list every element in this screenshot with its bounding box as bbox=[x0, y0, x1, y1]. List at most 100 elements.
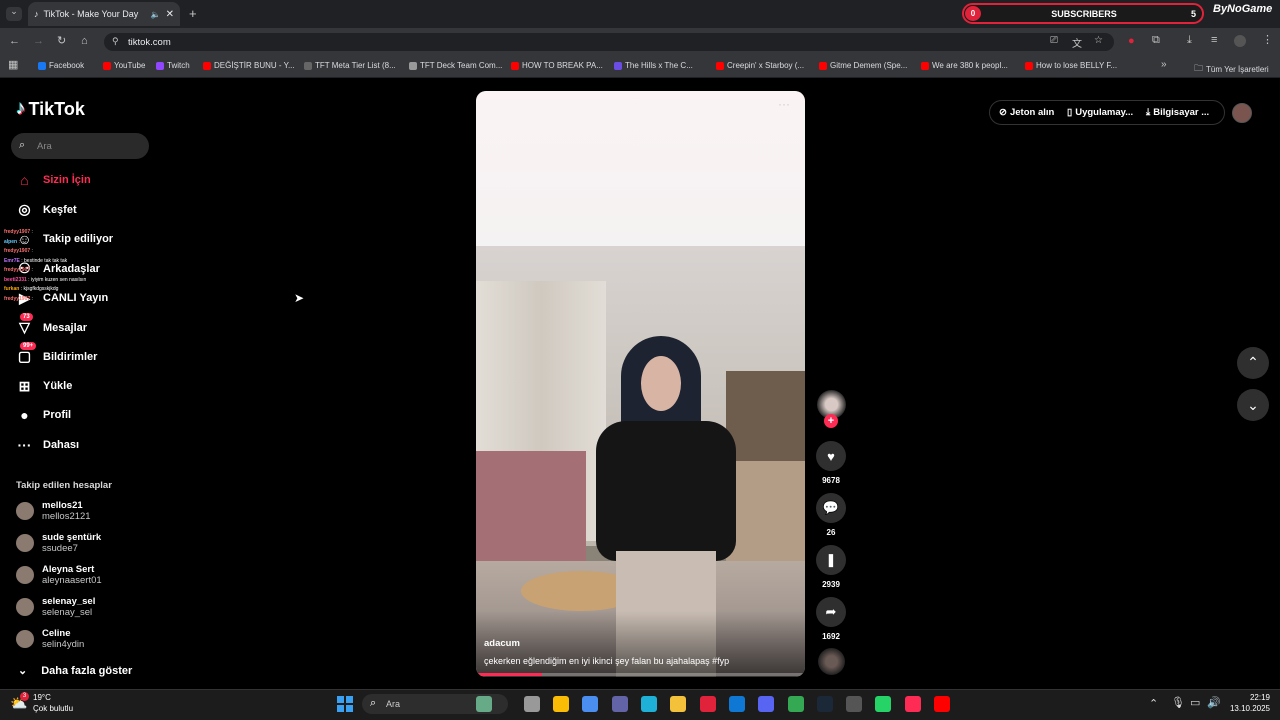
all-bookmarks[interactable]: 🗀 Tüm Yer İşaretleri bbox=[1194, 61, 1269, 77]
nav-item[interactable]: ⊞ Yükle bbox=[16, 378, 73, 395]
nav-label: Sizin İçin bbox=[43, 174, 91, 186]
bookmark-label: We are 380 k peopl... bbox=[932, 61, 1008, 70]
clock[interactable]: 22:19 13.10.2025 bbox=[1228, 693, 1270, 713]
outlook-icon[interactable] bbox=[729, 696, 745, 712]
file-icon[interactable] bbox=[524, 696, 540, 712]
browser-tab[interactable]: ♪ TikTok - Make Your Day 🔈 ✕ bbox=[28, 2, 180, 26]
previous-video-button[interactable]: ⌃ bbox=[1237, 347, 1269, 379]
like-count: 9678 bbox=[822, 476, 840, 485]
more-bookmarks-icon[interactable]: » bbox=[1161, 60, 1167, 70]
user-avatar[interactable] bbox=[1232, 103, 1252, 123]
account-avatar bbox=[16, 566, 34, 584]
install-app-icon[interactable]: ⎚ bbox=[1050, 35, 1058, 46]
nav-item[interactable]: ▽ 73 Mesajlar bbox=[16, 313, 87, 336]
home-button-icon[interactable]: ⌂ bbox=[81, 36, 88, 47]
bookmark-item[interactable]: The Hills x The C... bbox=[614, 61, 693, 70]
opera-icon[interactable] bbox=[700, 696, 716, 712]
bookmark-item[interactable]: YouTube bbox=[103, 61, 145, 70]
extensions-icon[interactable]: ⧉ bbox=[1152, 35, 1160, 46]
nav-item[interactable]: ⌂ Sizin İçin bbox=[16, 172, 91, 188]
start-button[interactable] bbox=[337, 696, 353, 712]
translate-icon[interactable]: 文 bbox=[1072, 35, 1082, 50]
tiktok-app-icon[interactable] bbox=[905, 696, 921, 712]
bookmark-item[interactable]: Creepin' x Starboy (... bbox=[716, 61, 804, 70]
bookmark-item[interactable]: Gitme Demem (Spe... bbox=[819, 61, 907, 70]
tab-search-icon[interactable]: ⌄ bbox=[6, 7, 22, 21]
followed-account[interactable]: Aleyna Sert aleynaasert01 bbox=[16, 564, 102, 586]
follow-plus-icon[interactable]: + bbox=[824, 414, 838, 428]
bookmark-item[interactable]: HOW TO BREAK PA... bbox=[511, 61, 603, 70]
chrome-icon[interactable] bbox=[553, 696, 569, 712]
url-text: tiktok.com bbox=[128, 37, 171, 48]
video-player[interactable]: ··· adacum çekerken eğlendiğim en iyi ik… bbox=[476, 91, 805, 677]
bookmark-item[interactable]: TFT Deck Team Com... bbox=[409, 61, 502, 70]
edge-icon[interactable] bbox=[641, 696, 657, 712]
network-icon[interactable]: ▭ bbox=[1190, 698, 1200, 709]
profile-avatar-icon[interactable] bbox=[1234, 35, 1246, 47]
followed-account[interactable]: selenay_sel selenay_sel bbox=[16, 596, 95, 618]
video-progress-track[interactable] bbox=[476, 673, 805, 676]
nav-item[interactable]: ▢ 99+ Bildirimler bbox=[16, 342, 97, 365]
youtube-icon[interactable] bbox=[934, 696, 950, 712]
bookmark-item[interactable]: Twitch bbox=[156, 61, 190, 70]
url-field[interactable]: ⚲ tiktok.com ⎚ 文 ☆ bbox=[104, 33, 1114, 51]
download-icon[interactable]: ⤓ bbox=[1187, 35, 1192, 46]
nav-item[interactable]: ● Profil bbox=[16, 407, 71, 423]
nav-item[interactable]: ◎ Keşfet bbox=[16, 201, 76, 218]
like-button[interactable]: ♥ bbox=[816, 441, 846, 471]
account-handle: aleynaasert01 bbox=[42, 575, 102, 586]
volume-icon[interactable]: 🔊 bbox=[1207, 698, 1221, 709]
tiktok-logo[interactable]: ♪ TikTok bbox=[16, 98, 85, 120]
desktop-app-button[interactable]: ⤓ Bilgisayar ... bbox=[1146, 107, 1209, 118]
tray-chevron-icon[interactable]: ⌃ bbox=[1149, 699, 1158, 710]
weather-desc: Çok bulutlu bbox=[33, 704, 74, 713]
speaker-icon[interactable]: 🔈 bbox=[151, 10, 161, 19]
next-video-button[interactable]: ⌄ bbox=[1237, 389, 1269, 421]
bookmark-favicon-icon bbox=[38, 61, 46, 70]
apps-grid-icon[interactable]: ▦ bbox=[8, 60, 18, 71]
get-coins-button[interactable]: ⊘ Jeton alın bbox=[999, 107, 1054, 118]
menu-icon[interactable]: ⋮ bbox=[1262, 35, 1273, 46]
close-tab-icon[interactable]: ✕ bbox=[166, 9, 174, 20]
followed-account[interactable]: Celine selin4ydin bbox=[16, 628, 84, 650]
back-icon[interactable]: ← bbox=[9, 36, 20, 47]
followed-account[interactable]: sude şentürk ssudee7 bbox=[16, 532, 101, 554]
teams-icon[interactable] bbox=[612, 696, 628, 712]
bookmark-item[interactable]: Facebook bbox=[38, 61, 84, 70]
forward-icon[interactable]: → bbox=[33, 36, 44, 47]
discord-icon[interactable] bbox=[758, 696, 774, 712]
comment-button[interactable]: 💬 bbox=[816, 493, 846, 523]
media-icon[interactable]: ≡ bbox=[1211, 35, 1217, 46]
bookmark-item[interactable]: DEĞİŞTİR BUNU - Y... bbox=[203, 61, 295, 70]
obs-icon[interactable] bbox=[846, 696, 862, 712]
video-person-top bbox=[596, 421, 736, 561]
show-more-button[interactable]: ⌄ Daha fazla göster bbox=[18, 664, 132, 678]
followed-account[interactable]: mellos21 mellos2121 bbox=[16, 500, 91, 522]
whatsapp-icon[interactable] bbox=[875, 696, 891, 712]
get-app-button[interactable]: ▯ Uygulamay... bbox=[1067, 107, 1133, 118]
site-info-icon[interactable]: ⚲ bbox=[112, 36, 119, 47]
nav-item[interactable]: ··· Dahası bbox=[16, 437, 80, 453]
bookmark-item[interactable]: We are 380 k peopl... bbox=[921, 61, 1008, 70]
reload-icon[interactable]: ↻ bbox=[57, 36, 66, 47]
store-icon[interactable] bbox=[582, 696, 598, 712]
search-box[interactable]: ⌕ Ara bbox=[11, 133, 149, 159]
bookmark-icon: ❚ bbox=[825, 552, 837, 567]
steam-icon[interactable] bbox=[817, 696, 833, 712]
desktop-app-label: Bilgisayar ... bbox=[1153, 107, 1210, 118]
video-author[interactable]: adacum bbox=[484, 638, 520, 649]
video-more-icon[interactable]: ··· bbox=[778, 97, 790, 111]
chat-separator: : bbox=[30, 229, 33, 235]
bookmark-item[interactable]: TFT Meta Tier List (8... bbox=[304, 61, 396, 70]
chrome-active-icon[interactable] bbox=[788, 696, 804, 712]
bookmark-item[interactable]: How to lose BELLY F... bbox=[1025, 61, 1117, 70]
music-disc-icon[interactable] bbox=[818, 648, 845, 675]
new-tab-button[interactable]: + bbox=[189, 7, 197, 20]
bookmark-star-icon[interactable]: ☆ bbox=[1094, 35, 1103, 46]
mic-icon[interactable]: 🎙 bbox=[1171, 698, 1185, 709]
explorer-icon[interactable] bbox=[670, 696, 686, 712]
opera-extension-icon[interactable]: ● bbox=[1128, 36, 1135, 47]
widgets-icon[interactable] bbox=[476, 696, 492, 712]
share-button[interactable]: ➦ bbox=[816, 597, 846, 627]
save-button[interactable]: ❚ bbox=[816, 545, 846, 575]
